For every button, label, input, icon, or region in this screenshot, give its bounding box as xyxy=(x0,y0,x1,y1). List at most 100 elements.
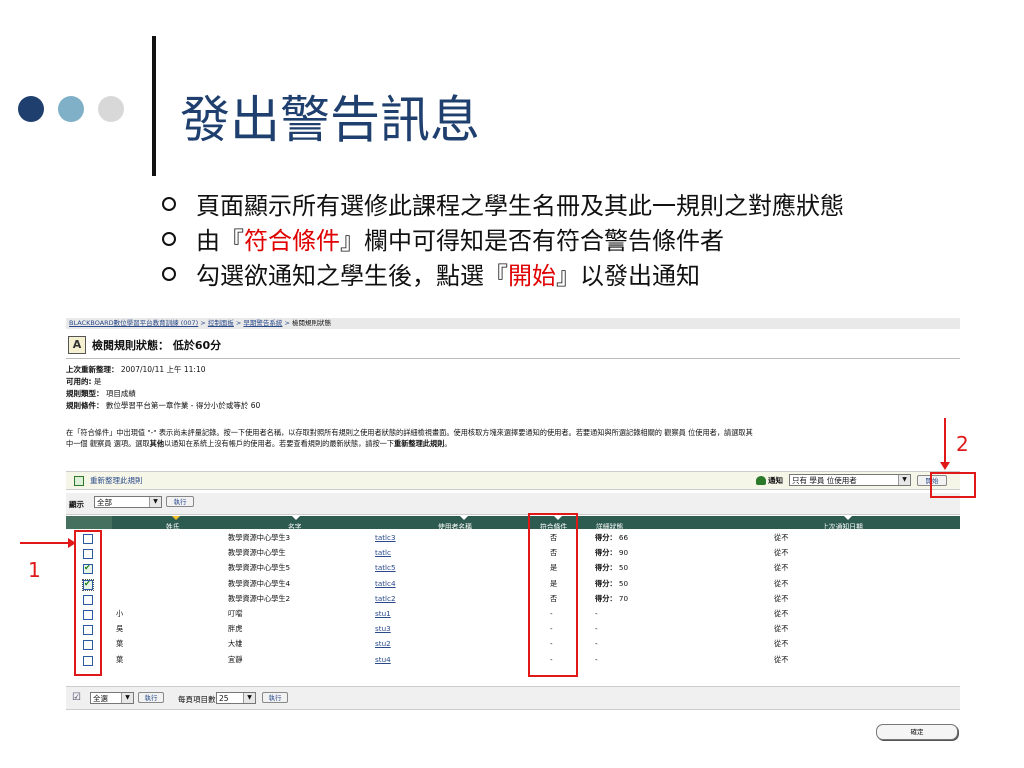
instructions-part: 以通知在系統上沒有帳戶的使用者。若要查看規則的最新狀態，請按一下 xyxy=(164,439,395,448)
notify-select-value: 只有 學員 位使用者 xyxy=(792,475,857,485)
cell-first-name: 教學資源中心學生 xyxy=(228,548,286,558)
select-go-button[interactable]: 執行 xyxy=(138,692,164,703)
bullet-text: 』欄中可得知是否有符合警告條件者 xyxy=(340,227,724,255)
cell-detail-status: 得分： 90 xyxy=(595,548,628,558)
cell-detail-status: - xyxy=(595,624,598,633)
refresh-label: 重新整理此規則 xyxy=(90,476,143,485)
decor-dot-2 xyxy=(58,96,84,122)
annotation-box-meets-condition xyxy=(528,513,578,677)
cell-username-link[interactable]: stu4 xyxy=(375,655,391,664)
chevron-down-icon: ▼ xyxy=(149,497,161,507)
cell-last-notified: 從不 xyxy=(774,548,789,558)
table-row: 教學資源中心學生 tatlc 否 得分： 90 從不 xyxy=(66,546,960,561)
annotation-arrow-down xyxy=(940,418,950,470)
table-row: 葉 大雄 stu2 - - 從不 xyxy=(66,637,960,652)
table-row: 教學資源中心學生2 tatlc2 否 得分： 70 從不 xyxy=(66,592,960,607)
show-select[interactable]: 全部 ▼ xyxy=(94,496,162,508)
cell-username-link[interactable]: tatlc xyxy=(375,548,391,557)
per-page-select[interactable]: 25 ▼ xyxy=(216,692,256,704)
cell-detail-status: - xyxy=(595,609,598,618)
ok-button[interactable]: 確定 xyxy=(876,724,958,740)
meta-label: 規則條件： xyxy=(66,401,104,410)
instructions-bold: 其他 xyxy=(149,439,165,448)
status-label: 得分： xyxy=(595,578,617,588)
cell-last-notified: 從不 xyxy=(774,639,789,649)
cell-username-link[interactable]: tatlc4 xyxy=(375,579,396,588)
cell-last-notified: 從不 xyxy=(774,533,789,542)
cell-username-link[interactable]: tatlc3 xyxy=(375,533,396,542)
status-value: - xyxy=(595,654,598,664)
instructions-line: 在「符合條件」中出現值 "-" 表示尚未評量記錄。按一下使用者名稱，以存取對照所… xyxy=(66,428,753,437)
breadcrumb-link[interactable]: BLACKBOARD數位學習平台教育訓練 (007) xyxy=(69,319,198,327)
refresh-rule-link[interactable]: 重新整理此規則 xyxy=(74,475,143,486)
refresh-icon xyxy=(74,475,84,486)
status-label: 得分： xyxy=(595,593,617,603)
bottom-bar: ☑ 全選 ▼ 執行 每頁項目數 25 ▼ 執行 xyxy=(66,686,960,710)
cell-detail-status: 得分： 50 xyxy=(595,563,628,573)
notify-select[interactable]: 只有 學員 位使用者 ▼ xyxy=(789,474,911,486)
cell-first-name: 胖虎 xyxy=(228,624,243,634)
annotation-box-start-button xyxy=(930,472,976,498)
cell-last-name: 葉 xyxy=(116,654,124,664)
cell-username-link[interactable]: tatlc2 xyxy=(375,594,396,603)
cell-username-link[interactable]: tatlc5 xyxy=(375,563,396,572)
filter-go-button[interactable]: 執行 xyxy=(166,496,194,507)
cell-first-name: 大雄 xyxy=(228,639,243,649)
breadcrumb-current: 檢閱規則狀態 xyxy=(292,319,332,327)
decor-vertical-line xyxy=(152,36,156,176)
column-header-last-notified[interactable]: 上次通知日期 xyxy=(822,521,863,531)
sort-arrow-icon xyxy=(844,516,852,520)
meta-value: 數位學習平台第一章作業 - 得分小於或等於 60 xyxy=(105,401,261,410)
column-header-detail-status[interactable]: 詳細狀態 xyxy=(596,521,623,531)
cell-detail-status: 得分： 66 xyxy=(595,533,628,543)
page-title: A 檢閱規則狀態： 低於60分 xyxy=(68,334,221,356)
breadcrumb: BLACKBOARD數位學習平台教育訓練 (007) > 控制面板 > 早期警告… xyxy=(66,318,960,329)
show-label: 顯示 xyxy=(69,500,84,509)
cell-last-name: 葉 xyxy=(116,639,124,649)
instructions-line: 中一個 觀察員 選項。選取其他以通知在系統上沒有帳戶的使用者。若要查看規則的最新… xyxy=(66,438,960,449)
cell-first-name: 宜靜 xyxy=(228,654,243,664)
breadcrumb-link[interactable]: 早期警告系統 xyxy=(243,319,282,327)
notify-label: 通知 xyxy=(768,475,783,485)
decor-dot-3 xyxy=(98,96,124,122)
status-value: - xyxy=(595,608,598,618)
select-all-select[interactable]: 全選 ▼ xyxy=(90,692,134,704)
divider xyxy=(66,358,960,359)
cell-first-name: 教學資源中心學生2 xyxy=(228,593,291,603)
bullet-highlight: 符合條件 xyxy=(244,227,340,255)
cell-username-link[interactable]: stu2 xyxy=(375,639,391,648)
status-value: - xyxy=(595,624,598,634)
status-value: 50 xyxy=(618,563,629,573)
column-header-last-name[interactable]: 姓氏 xyxy=(166,521,180,531)
breadcrumb-link[interactable]: 控制面板 xyxy=(208,319,234,327)
show-select-value: 全部 xyxy=(97,497,112,507)
cell-detail-status: 得分： 50 xyxy=(595,579,628,589)
chevron-down-icon: ▼ xyxy=(243,693,255,703)
cell-username-link[interactable]: stu3 xyxy=(375,624,391,633)
status-value: 90 xyxy=(618,548,629,558)
cell-first-name: 教學資源中心學生4 xyxy=(228,578,291,588)
bullet-text: 頁面顯示所有選修此課程之學生名冊及其此一規則之對應狀態 xyxy=(196,192,844,220)
instructions-text: 在「符合條件」中出現值 "-" 表示尚未評量記錄。按一下使用者名稱，以存取對照所… xyxy=(66,427,960,449)
meta-label: 規則類型： xyxy=(66,389,104,398)
bullet-item: 由『 符合條件 』欄中可得知是否有符合警告條件者 xyxy=(162,221,844,256)
bullet-list: 頁面顯示所有選修此課程之學生名冊及其此一規則之對應狀態 由『 符合條件 』欄中可得知… xyxy=(162,186,844,291)
status-label: 得分： xyxy=(595,533,617,542)
table-row: 吳 胖虎 stu3 - - 從不 xyxy=(66,622,960,637)
instructions-bold: 重新整理此規則 xyxy=(394,439,445,448)
annotation-label-1: 1 xyxy=(28,558,41,582)
cell-username-link[interactable]: stu1 xyxy=(375,609,391,618)
column-header-first-name[interactable]: 名字 xyxy=(288,521,302,531)
header-select-column xyxy=(66,516,112,529)
cell-first-name: 叮噹 xyxy=(228,608,243,618)
per-page-value: 25 xyxy=(219,693,229,703)
annotation-label-2: 2 xyxy=(956,432,969,456)
cell-detail-status: 得分： 70 xyxy=(595,594,628,604)
per-page-go-button[interactable]: 執行 xyxy=(262,692,288,703)
meta-value: 2007/10/11 上午 11:10 xyxy=(120,365,206,374)
annotation-box-checkboxes xyxy=(74,530,102,676)
cell-last-name: 小 xyxy=(116,608,124,618)
column-header-username[interactable]: 使用者名稱 xyxy=(438,521,472,531)
cell-last-notified: 從不 xyxy=(774,563,789,573)
bullet-text: 由『 xyxy=(196,227,244,255)
